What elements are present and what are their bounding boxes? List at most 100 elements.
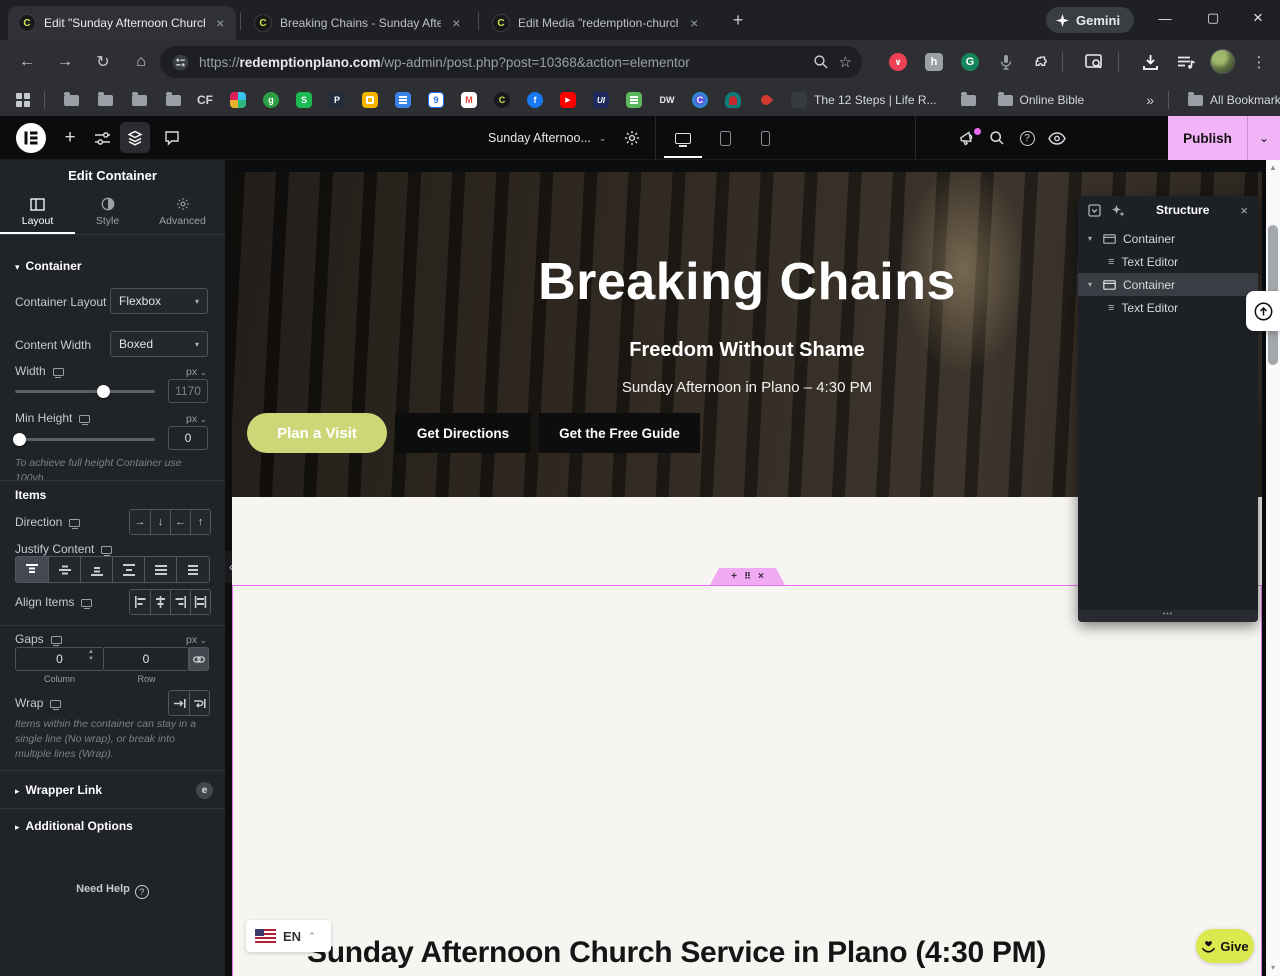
bookmark-twelve-steps[interactable]: The 12 Steps | Life R... [814, 93, 937, 107]
gap-link-button[interactable] [189, 647, 209, 671]
bookmark-favicon[interactable] [725, 92, 741, 108]
bookmark-favicon[interactable]: S [296, 92, 312, 108]
content-width-select[interactable]: Boxed▾ [110, 331, 208, 357]
notes-comment-icon[interactable] [160, 126, 184, 150]
delete-container-icon[interactable]: × [758, 571, 764, 582]
structure-row-container-2[interactable]: ▾ Container [1078, 273, 1258, 296]
playlist-icon[interactable] [1174, 50, 1198, 74]
facebook-favicon[interactable]: f [527, 92, 543, 108]
structure-layers-button[interactable] [120, 122, 150, 153]
tablet-device-icon[interactable] [710, 126, 740, 150]
google-docs-favicon[interactable] [395, 92, 411, 108]
width-slider[interactable] [15, 390, 155, 393]
close-icon[interactable]: × [1240, 203, 1248, 218]
min-height-slider[interactable] [15, 438, 155, 441]
align-end-button[interactable] [170, 590, 190, 614]
youtube-favicon[interactable]: ▶ [560, 92, 576, 108]
address-bar[interactable]: https://redemptionplano.com/wp-admin/pos… [160, 46, 862, 78]
responsive-monitor-icon[interactable] [53, 368, 64, 376]
new-tab-button[interactable]: + [726, 9, 750, 33]
finder-search-icon[interactable] [985, 126, 1009, 150]
browser-menu-icon[interactable]: ⋮ [1246, 49, 1272, 75]
canva-favicon[interactable]: C [692, 92, 708, 108]
min-height-input[interactable]: 0 [168, 426, 208, 450]
bookmark-favicon[interactable]: UI [593, 92, 609, 108]
add-element-icon[interactable]: + [58, 126, 82, 150]
gap-row-input[interactable]: 0 [104, 647, 189, 671]
responsive-monitor-icon[interactable] [79, 415, 90, 423]
container-handle[interactable]: + ⠿ × [710, 568, 785, 585]
bookmark-folder-icon[interactable] [998, 95, 1013, 106]
screen-search-icon[interactable] [1082, 50, 1106, 74]
window-close-button[interactable]: × [1238, 0, 1278, 36]
bookmark-favicon[interactable]: P [329, 92, 345, 108]
structure-row-text-editor-1[interactable]: ≡ Text Editor [1078, 250, 1258, 273]
direction-column-reverse-button[interactable]: ↑ [190, 510, 210, 534]
bookmark-favicon[interactable]: DW [659, 92, 675, 108]
all-bookmarks-folder-icon[interactable] [1188, 95, 1203, 106]
need-help-link[interactable]: Need Help? [0, 883, 225, 899]
bookmark-favicon[interactable] [758, 92, 774, 108]
download-icon[interactable] [1138, 50, 1162, 74]
bookmark-cf[interactable]: CF [197, 93, 213, 107]
additional-options-section[interactable]: ▸Additional Options [15, 819, 133, 833]
forward-icon[interactable]: → [52, 49, 78, 75]
reload-icon[interactable]: ↻ [90, 49, 116, 75]
site-info-icon[interactable] [172, 54, 189, 71]
google-calendar-favicon[interactable]: 9 [428, 92, 444, 108]
width-slider-handle[interactable] [97, 385, 110, 398]
document-settings-gear-icon[interactable] [620, 126, 644, 150]
bookmark-folder-icon[interactable] [98, 95, 113, 106]
tab-layout[interactable]: Layout [0, 190, 75, 234]
preview-eye-icon[interactable] [1045, 126, 1069, 150]
give-button[interactable]: Give [1196, 929, 1254, 963]
responsive-monitor-icon[interactable] [101, 546, 112, 554]
gloo-favicon[interactable]: g [263, 92, 279, 108]
justify-space-around-button[interactable] [144, 557, 176, 582]
tab-close-icon[interactable]: × [686, 15, 702, 31]
window-minimize-button[interactable]: — [1145, 0, 1185, 36]
direction-column-button[interactable]: ↓ [150, 510, 170, 534]
tab-style[interactable]: Style [70, 190, 145, 234]
direction-row-button[interactable]: → [130, 510, 150, 534]
min-height-slider-handle[interactable] [13, 433, 26, 446]
desktop-device-icon[interactable] [668, 126, 698, 150]
scroll-down-arrow[interactable]: ▾ [1266, 963, 1280, 972]
microphone-icon[interactable] [994, 50, 1018, 74]
keep-favicon[interactable] [362, 92, 378, 108]
browser-tab-2[interactable]: C Breaking Chains - Sunday After × [244, 6, 472, 40]
justify-start-button[interactable] [16, 557, 48, 582]
justify-center-button[interactable] [48, 557, 80, 582]
scroll-up-arrow[interactable]: ▲ [1266, 163, 1280, 172]
home-icon[interactable]: ⌂ [128, 49, 154, 75]
bookmark-folder-icon[interactable] [961, 95, 976, 106]
grammarly-extension-icon[interactable]: G [958, 50, 982, 74]
gemini-button[interactable]: Gemini [1046, 7, 1134, 33]
ai-sparkle-icon[interactable] [1111, 204, 1125, 217]
responsive-monitor-icon[interactable] [81, 599, 92, 607]
bookmark-favicon[interactable] [626, 92, 642, 108]
apps-grid-icon[interactable] [16, 93, 30, 107]
help-icon[interactable]: ? [1015, 126, 1039, 150]
justify-space-evenly-button[interactable] [176, 557, 209, 582]
responsive-monitor-icon[interactable] [51, 636, 62, 644]
width-input[interactable]: 1170 [168, 379, 208, 403]
align-start-button[interactable] [130, 590, 150, 614]
container-layout-select[interactable]: Flexbox▾ [110, 288, 208, 314]
bookmark-favicon[interactable] [791, 92, 807, 108]
bookmark-online-bible[interactable]: Online Bible [1020, 93, 1085, 107]
browser-tab-1[interactable]: C Edit "Sunday Afternoon Church × [8, 6, 236, 40]
section-heading[interactable]: Sunday Afternoon Church Service in Plano… [307, 936, 1207, 970]
structure-resize-handle[interactable]: ••• [1078, 610, 1258, 622]
tab-close-icon[interactable]: × [213, 15, 229, 31]
bookmark-folder-icon[interactable] [64, 95, 79, 106]
justify-end-button[interactable] [80, 557, 112, 582]
publish-options-chevron[interactable]: ⌄ [1248, 131, 1280, 145]
profile-avatar[interactable] [1210, 49, 1235, 74]
bookmarks-overflow-chevron[interactable]: » [1146, 92, 1154, 108]
gmail-favicon[interactable]: M [461, 92, 477, 108]
responsive-monitor-icon[interactable] [69, 519, 80, 527]
bookmark-folder-icon[interactable] [132, 95, 147, 106]
bookmark-star-icon[interactable]: ☆ [839, 53, 852, 71]
bookmark-folder-icon[interactable] [166, 95, 181, 106]
